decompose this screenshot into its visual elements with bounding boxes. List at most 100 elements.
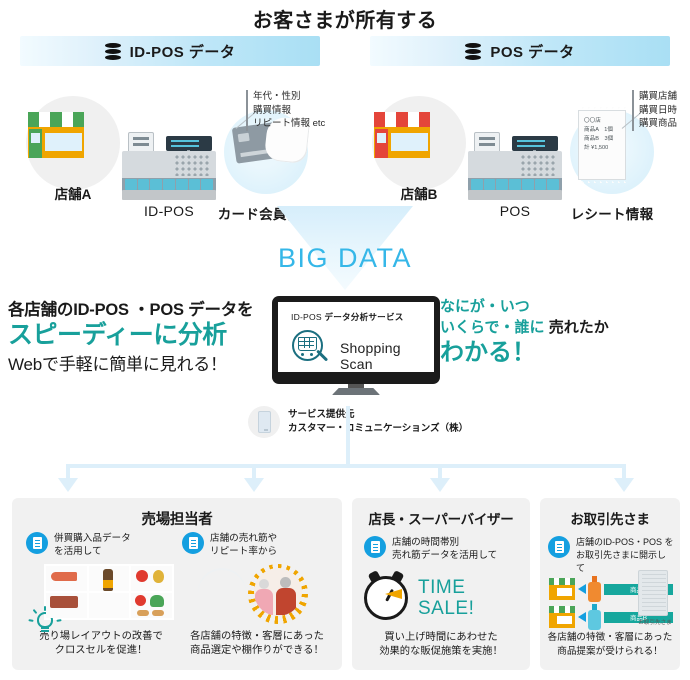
panel-title: お取引先さま [570, 512, 650, 527]
partner-label: お取引先さま [638, 620, 672, 626]
register-icon [122, 128, 216, 200]
store-label: 店舗A [54, 187, 92, 202]
panel-item-caption: 各店舗の特徴・客層にあった 商品提案が受けられる！ [540, 631, 680, 659]
panel-item: 併買購入品データ を活用して 売り場レイアウトの改善で クロスセルを促進！ [26, 532, 176, 658]
lead-line1: 店舗の時間帯別 [392, 537, 460, 548]
panel-store-manager: 店長・スーパーバイザー 店舗の時間帯別 売れ筋データを活用して TIME SAL… [352, 498, 530, 670]
document-icon [182, 532, 204, 554]
lead-line1: 店舗の売れ筋や [210, 533, 278, 544]
receipt-icon: 〇〇店 商品A 1個 商品B 3個 計 ¥1,500 [578, 107, 627, 183]
panel-title: 売場担当者 [141, 512, 213, 528]
service-brand: Shopping Scan [340, 340, 401, 372]
provider-company: カスタマー・コミュニケーションズ（株） [288, 423, 469, 434]
receipt-line: 商品A 1個 [584, 127, 613, 133]
monitor-stand [332, 388, 380, 395]
caption-line2: クロスセルを促進！ [54, 645, 148, 656]
caption-line2: 効果的な販促施策を実施！ [379, 646, 503, 657]
page-title: お客さまが所有する [252, 10, 438, 32]
banner-label: POS データ [490, 43, 575, 61]
store-icon [374, 112, 430, 158]
badge-line2: SALE! [418, 598, 475, 619]
copy-left-line1: 各店舗のID-POS ・POS データを [8, 301, 254, 319]
register-icon [468, 128, 562, 200]
receipt-line: 計 ¥1,500 [584, 145, 609, 151]
caption-line1: 買い上げ時間にあわせた [384, 632, 498, 643]
info-label: レシート情報 [570, 207, 654, 222]
copy-right-line3: わかる！ [440, 339, 536, 366]
receipt-line: 〇〇店 [584, 118, 601, 124]
annotation-list: 購買店舗 購買日時 購買商品 [632, 90, 677, 131]
provider-text: サービス提供元 カスタマー・コミュニケーションズ（株） [288, 408, 468, 436]
lead-line2: 売れ筋データを活用して [392, 550, 498, 561]
monitor: ID-POS データ分析サービス Shopping Scan [272, 296, 440, 395]
panel-business-partner: お取引先さま 店舗のID-POS・POS を お取引先さまに開示して 商品A [540, 498, 680, 670]
service-title-bold: データ分析サービス [324, 312, 404, 322]
badge-line1: TIME [418, 577, 466, 598]
caption-line2: 商品選定や棚作りができる！ [190, 645, 324, 656]
banner-pos: POS データ [370, 36, 670, 66]
document-icon [364, 536, 386, 558]
copy-right-line2-black: 売れたか [548, 319, 609, 336]
panel-item: 店舗の売れ筋や リピート率から 各店舗の特徴・客層にあった 商品選定や棚作りがで… [182, 532, 332, 658]
lead-line1: 店舗のID-POS・POS を [576, 537, 674, 547]
service-provider: サービス提供元 カスタマー・コミュニケーションズ（株） [248, 406, 468, 438]
copy-right-line2-teal: いくらで・誰に [440, 319, 549, 336]
annotation-item: 購買商品 [639, 118, 678, 129]
panel-item-lead: 店舗の売れ筋や リピート率から [182, 532, 332, 558]
annotation-item: 購買店舗 [639, 91, 678, 102]
panel-item-lead: 店舗の時間帯別 売れ筋データを活用して [364, 536, 520, 562]
store-label: 店舗B [400, 187, 438, 202]
annotation-item: 年代・性別 [253, 91, 301, 102]
arrow-left-icon [578, 584, 586, 594]
annotation-list: 年代・性別 購買情報 リピート情報 etc [246, 90, 325, 131]
product-bottle-icon [588, 576, 601, 602]
partner-tablet-icon [638, 570, 668, 616]
document-icon [548, 536, 570, 558]
caption-line1: 各店舗の特徴・客層にあった [190, 631, 324, 642]
receipt-line: 商品B 3個 [584, 136, 614, 142]
database-icon [465, 42, 482, 60]
banner-label: ID-POS データ [129, 43, 236, 61]
copy-left: 各店舗のID-POS ・POS データを スピーディーに分析 Webで手軽に簡単… [8, 296, 266, 375]
annotation-item: 購買日時 [639, 104, 678, 116]
banner-id-pos: ID-POS データ [20, 36, 320, 66]
panel-item-caption: 買い上げ時間にあわせた 効果的な販促施策を実施！ [352, 631, 530, 659]
connector-arrows [58, 406, 634, 496]
time-sale-badge: TIME SALE! [364, 576, 520, 620]
alarm-clock-icon [364, 576, 408, 620]
copy-right-line1: なにが・いつ [440, 298, 530, 315]
tablet-icon [248, 406, 280, 438]
infographic-root: お客さまが所有する ID-POS データ POS データ 店舗A ID-POS … [0, 0, 690, 680]
annotation-item: 購買情報 [253, 104, 292, 116]
mini-store-icon [549, 578, 576, 600]
source-group-pos: 店舗B POS 〇〇店 商品A 1個 商品B 3個 計 ¥1,500 レシート情… [354, 88, 690, 222]
monitor-screen: ID-POS データ分析サービス Shopping Scan [278, 302, 434, 372]
mini-store-icon [549, 606, 576, 628]
panel-item-lead: 併買購入品データ を活用して [26, 532, 176, 558]
panel-title: 店長・スーパーバイザー [368, 512, 514, 527]
database-icon [104, 42, 121, 60]
customer-segments-icon [192, 564, 322, 624]
source-group-id-pos: 店舗A ID-POS カード会員情報 年代・性別 購買情報 リピート情報 etc [8, 88, 344, 222]
product-bottle-icon [588, 604, 601, 630]
lead-line2: リピート率から [210, 546, 278, 557]
service-title-plain: ID-POS [291, 312, 325, 322]
document-icon [26, 532, 48, 554]
copy-left-line3: Webで手軽に簡単に見れる！ [8, 355, 227, 374]
copy-left-line2: スピーディーに分析 [8, 321, 227, 349]
magnifier-cart-icon [292, 330, 332, 370]
service-title: ID-POS データ分析サービス [291, 311, 404, 323]
shelf-grid [44, 564, 174, 620]
panel-item-caption: 各店舗の特徴・客層にあった 商品選定や棚作りができる！ [182, 630, 332, 658]
annotation-item: リピート情報 etc [253, 118, 326, 129]
arrow-left-icon [578, 612, 586, 622]
caption-line2: 商品提案が受けられる！ [557, 646, 663, 657]
big-data-label: BIG DATA [277, 243, 412, 273]
caption-line1: 各店舗の特徴・客層にあった [547, 632, 673, 643]
lead-line2: を活用して [54, 546, 102, 557]
panel-sales-floor-staff: 売場担当者 併買購入品データ を活用して 売り場レイアウトの改善で クロスセルを… [12, 498, 342, 670]
store-icon [28, 112, 84, 158]
lead-line1: 併買購入品データ [54, 533, 131, 544]
copy-right: なにが・いつ いくらで・誰に 売れたか わかる！ [440, 296, 690, 368]
provider-label: サービス提供元 [288, 409, 355, 420]
